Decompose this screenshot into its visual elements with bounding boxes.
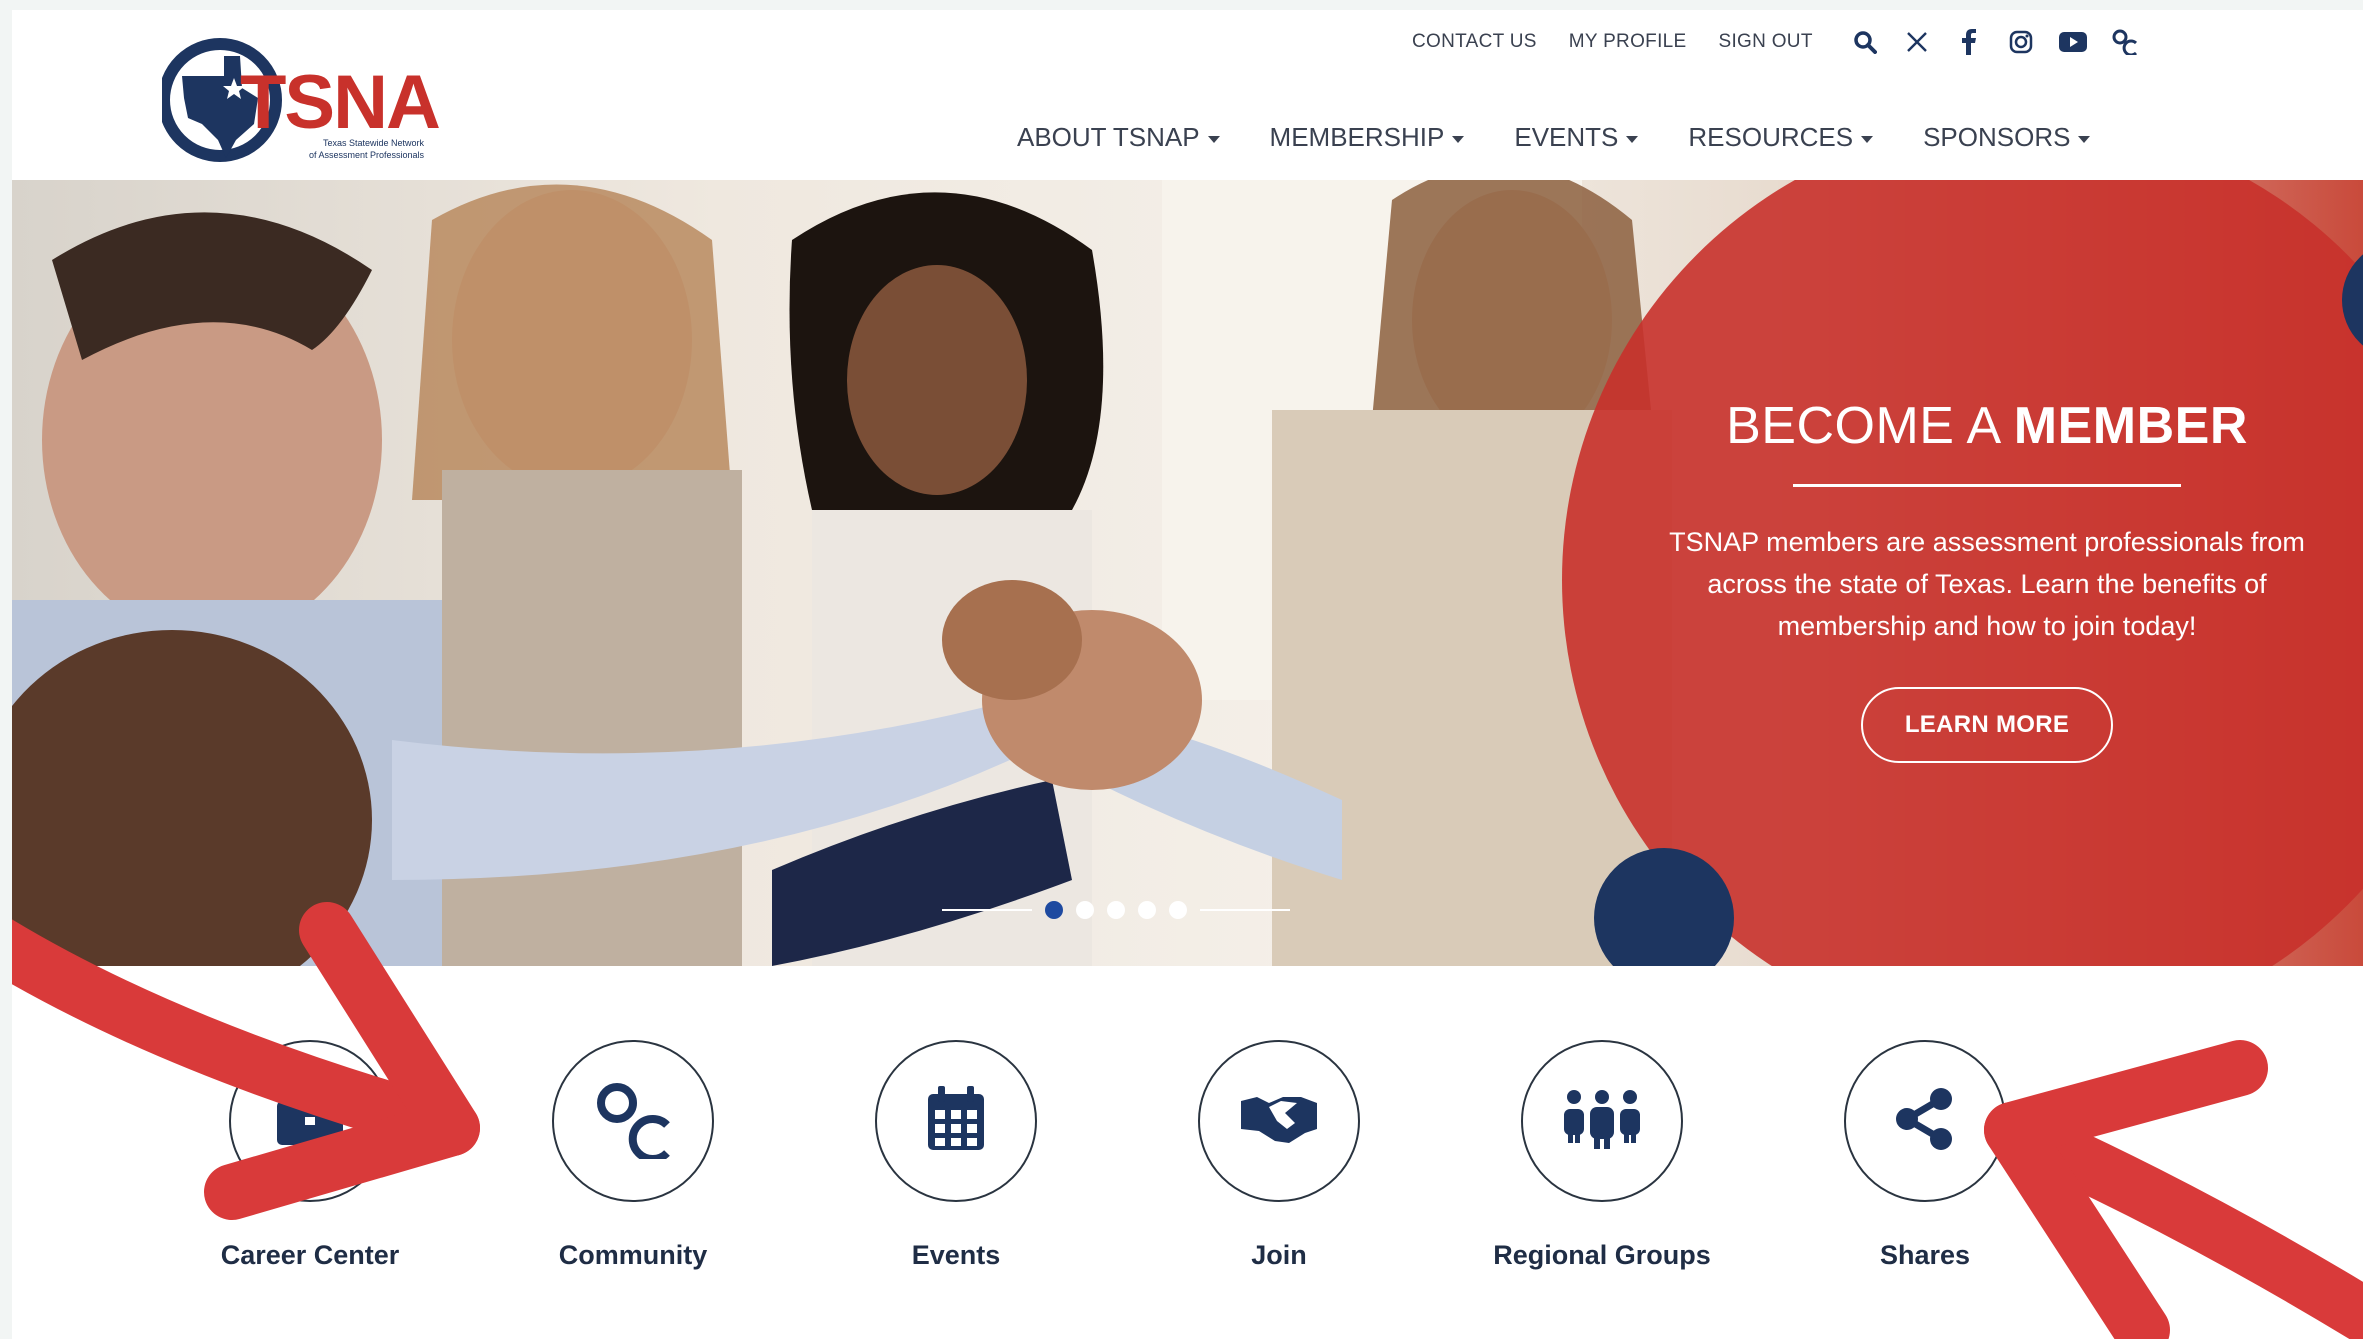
sign-out-link[interactable]: SIGN OUT	[1718, 31, 1812, 53]
pagination-line-left	[942, 909, 1032, 911]
search-icon[interactable]	[1851, 28, 1879, 56]
caret-down-icon	[1861, 136, 1874, 143]
nav-resources[interactable]: RESOURCES	[1688, 122, 1874, 153]
promo-divider	[1793, 484, 2181, 487]
page: TSNAP Texas Statewide Network of Assessm…	[12, 10, 2363, 1339]
promo-title: BECOME A MEMBER	[1667, 396, 2307, 456]
quick-link-events[interactable]: Events	[826, 1040, 1086, 1271]
slide-dot-5[interactable]	[1169, 901, 1187, 919]
quick-link-label: Community	[558, 1240, 708, 1270]
quick-link-community[interactable]: Community	[503, 1040, 763, 1271]
instagram-icon[interactable]	[2007, 28, 2035, 56]
caret-down-icon	[1626, 136, 1639, 143]
contact-us-link[interactable]: CONTACT US	[1412, 31, 1537, 53]
quick-link-label: Shares	[1879, 1240, 1971, 1270]
caret-down-icon	[1207, 136, 1220, 143]
nav-membership[interactable]: MEMBERSHIP	[1270, 122, 1465, 153]
quick-link-circle	[552, 1040, 714, 1202]
utility-bar: CONTACT US MY PROFILE SIGN OUT	[1412, 28, 2139, 56]
logo-subtitle-line2: of Assessment Professionals	[309, 150, 425, 160]
handshake-icon	[1239, 1093, 1319, 1150]
caret-down-icon	[1452, 136, 1465, 143]
nav-sponsors-label: SPONSORS	[1923, 122, 2071, 152]
hero-slider[interactable]: BECOME A MEMBER TSNAP members are assess…	[12, 180, 2363, 966]
quick-link-circle	[1844, 1040, 2006, 1202]
group-icon	[1560, 1089, 1644, 1154]
youtube-icon[interactable]	[2058, 28, 2087, 56]
pagination-line-right	[1200, 909, 1290, 911]
quick-link-label: Career Center	[220, 1240, 400, 1270]
quick-link-join[interactable]: Join	[1149, 1040, 1409, 1271]
quick-link-career-center[interactable]: Career Center	[180, 1040, 440, 1271]
nav-sponsors[interactable]: SPONSORS	[1923, 122, 2091, 153]
community-icon	[593, 1079, 673, 1164]
promo-text: TSNAP members are assessment professiona…	[1669, 527, 2305, 641]
briefcase-icon	[275, 1088, 345, 1154]
logo-wordmark: TSNAP	[240, 60, 442, 145]
quick-link-label: Regional Groups	[1493, 1240, 1711, 1270]
site-header: TSNAP Texas Statewide Network of Assessm…	[12, 10, 2363, 180]
nav-membership-label: MEMBERSHIP	[1269, 122, 1445, 152]
calendar-icon	[926, 1085, 986, 1157]
community-icon[interactable]	[2111, 28, 2139, 56]
quick-link-circle	[1521, 1040, 1683, 1202]
slider-pagination	[942, 901, 1290, 919]
tsnap-logo[interactable]: TSNAP Texas Statewide Network of Assessm…	[158, 28, 490, 178]
caret-down-icon	[2078, 136, 2091, 143]
slide-dot-2[interactable]	[1076, 901, 1094, 919]
membership-promo: BECOME A MEMBER TSNAP members are assess…	[1667, 396, 2307, 763]
nav-events-label: EVENTS	[1514, 122, 1619, 152]
nav-events[interactable]: EVENTS	[1514, 122, 1639, 153]
quick-link-label: Events	[911, 1240, 1001, 1270]
slide-dot-3[interactable]	[1107, 901, 1125, 919]
quick-links: Career Center Community Events Join Regi…	[12, 1040, 2363, 1290]
nav-about-tsnap[interactable]: ABOUT TSNAP	[1017, 122, 1220, 153]
nav-resources-label: RESOURCES	[1688, 122, 1854, 152]
share-icon	[1893, 1087, 1957, 1156]
quick-link-shares[interactable]: Shares	[1795, 1040, 2055, 1271]
promo-title-bold: MEMBER	[2013, 397, 2248, 455]
learn-more-button[interactable]: LEARN MORE	[1860, 687, 2114, 763]
my-profile-link[interactable]: MY PROFILE	[1569, 31, 1687, 53]
x-icon[interactable]	[1903, 28, 1931, 56]
main-nav: ABOUT TSNAP MEMBERSHIP EVENTS RESOURCES …	[1017, 122, 2091, 153]
quick-link-circle	[229, 1040, 391, 1202]
nav-about-label: ABOUT TSNAP	[1017, 122, 1200, 152]
promo-title-light: BECOME A	[1726, 397, 2014, 455]
facebook-icon[interactable]	[1955, 28, 1983, 56]
slide-dot-1[interactable]	[1045, 901, 1063, 919]
social-links	[1851, 28, 2139, 56]
quick-link-regional-groups[interactable]: Regional Groups	[1472, 1040, 1732, 1271]
quick-link-circle	[1198, 1040, 1360, 1202]
logo-subtitle-line1: Texas Statewide Network	[323, 138, 425, 148]
quick-link-label: Join	[1251, 1240, 1307, 1270]
slide-dot-4[interactable]	[1138, 901, 1156, 919]
quick-link-circle	[875, 1040, 1037, 1202]
